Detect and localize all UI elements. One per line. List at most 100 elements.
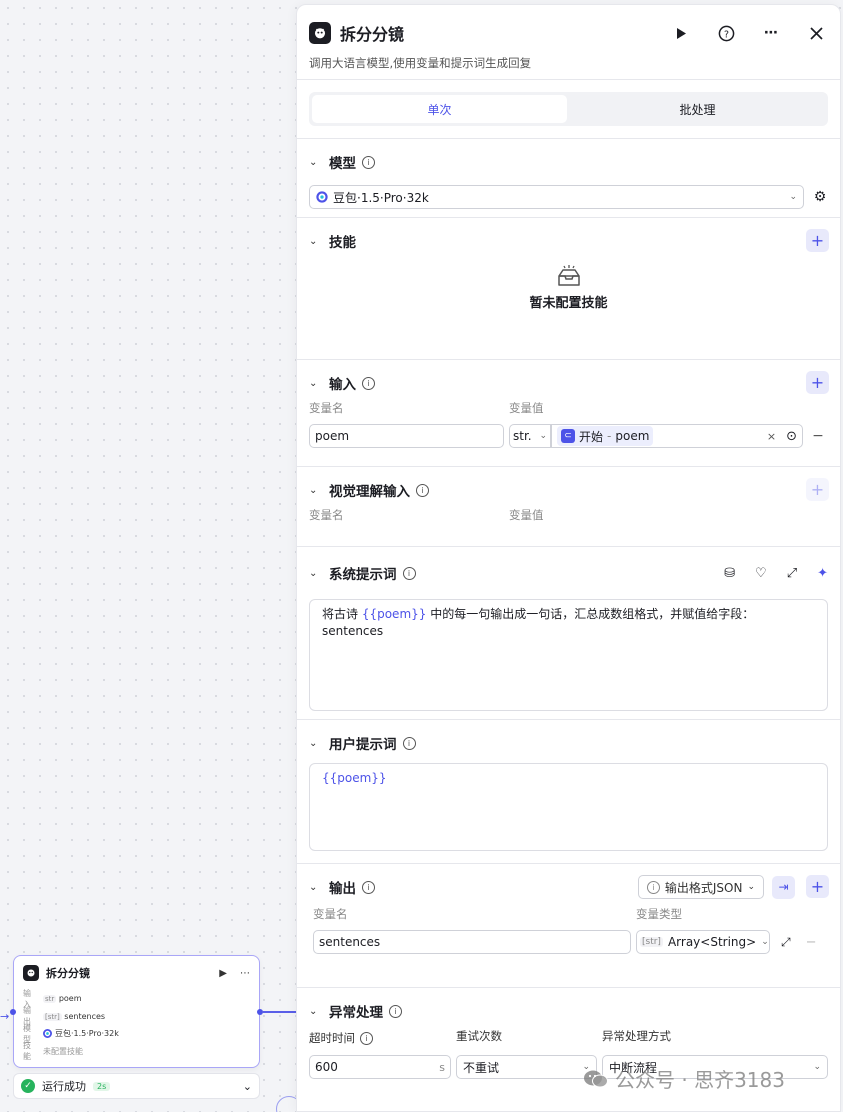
info-icon[interactable]: i <box>360 1031 373 1045</box>
col-header-type: 变量类型 <box>636 907 682 921</box>
collapse-caret-icon[interactable]: ⌄ <box>309 485 323 496</box>
collapse-caret-icon[interactable]: ⌄ <box>309 738 323 749</box>
info-icon[interactable]: i <box>402 736 416 750</box>
tab-single[interactable]: 单次 <box>312 95 567 123</box>
output-section: ⌄ 输出 i i 输出格式JSON ⌄ ⇥ + 变量名 变量类型 sentenc… <box>297 864 840 987</box>
collapse-caret-icon[interactable]: ⌄ <box>309 157 323 168</box>
retry-select[interactable]: 不重试 ⌄ <box>456 1055 597 1079</box>
timeout-input[interactable]: 600 s <box>309 1055 451 1079</box>
node-input-port[interactable] <box>10 1009 16 1015</box>
status-text: 运行成功 <box>42 1080 86 1093</box>
input-row: poem str. ⌄ ⊂ 开始 - poem × ⊙ − <box>309 424 828 448</box>
workflow-node-card[interactable]: 拆分分镜 ▶ ⋯ 输入 str poem 输出 [str] sentences … <box>10 955 263 1068</box>
run-icon[interactable] <box>669 21 693 45</box>
section-title: 用户提示词 <box>329 737 397 753</box>
panel-description: 调用大语言模型,使用变量和提示词生成回复 <box>309 56 532 70</box>
more-icon[interactable]: ⋯ <box>759 21 783 45</box>
chevron-down-icon: ⌄ <box>813 1062 821 1072</box>
output-type-value: Array<String> <box>667 935 757 949</box>
skills-empty-text: 暂未配置技能 <box>529 296 608 311</box>
node-row-key: 技能 <box>23 1041 31 1062</box>
variable-reference-tag[interactable]: ⊂ 开始 - poem <box>557 426 654 446</box>
collapse-caret-icon[interactable]: ⌄ <box>309 568 323 579</box>
incoming-edge-arrow: → <box>0 1010 10 1023</box>
settings-gear-icon[interactable]: ⚙ <box>812 189 828 205</box>
input-type-value: str. <box>513 429 532 443</box>
retry-value: 不重试 <box>463 1060 500 1075</box>
collapse-caret-icon[interactable]: ⌄ <box>309 378 323 389</box>
user-prompt-editor[interactable]: {{poem}} <box>309 763 828 851</box>
collapse-caret-icon[interactable]: ⌄ <box>309 236 323 247</box>
chevron-down-icon: ⌄ <box>747 882 755 892</box>
info-icon[interactable]: i <box>416 483 429 497</box>
clear-icon[interactable]: × <box>767 430 776 443</box>
section-title: 视觉理解输入 <box>329 484 410 500</box>
add-skill-button[interactable]: + <box>806 229 829 252</box>
timeout-label: 超时时间 i <box>309 1028 456 1048</box>
input-type-select[interactable]: str. ⌄ <box>509 424 551 448</box>
input-name-field[interactable]: poem <box>309 424 504 448</box>
input-section: ⌄ 输入 i + 变量名 变量值 poem str. ⌄ ⊂ 开始 - poem <box>297 360 840 466</box>
prompt-variable: {{poem}} <box>361 607 427 621</box>
tab-batch[interactable]: 批处理 <box>570 95 825 123</box>
timeout-label-text: 超时时间 <box>309 1031 355 1045</box>
help-icon[interactable]: ? <box>714 21 738 45</box>
output-name-field[interactable]: sentences <box>313 930 631 954</box>
model-select[interactable]: 豆包·1.5·Pro·32k ⌄ <box>309 185 804 209</box>
ai-optimize-icon[interactable]: ✦ <box>817 566 828 581</box>
add-input-button[interactable]: + <box>806 371 829 394</box>
col-header-name: 变量名 <box>313 907 348 921</box>
run-status-bar[interactable]: ✓ 运行成功 2s ⌄ <box>13 1073 260 1099</box>
node-run-icon[interactable]: ▶ <box>219 968 227 979</box>
input-name-value: poem <box>315 429 350 443</box>
expand-icon[interactable]: ⤢ <box>781 935 791 950</box>
node-row-value: sentences <box>64 1011 106 1021</box>
timeout-value: 600 <box>315 1060 338 1074</box>
skills-section: ⌄ 技能 + 暂未配置技能 <box>297 218 840 359</box>
target-icon[interactable]: ⊙ <box>786 429 797 444</box>
info-icon[interactable]: i <box>402 566 416 580</box>
node-row-model: 模型 豆包·1.5·Pro·32k <box>14 1024 259 1044</box>
node-row-skills: 技能 未配置技能 <box>14 1041 259 1062</box>
exception-method-select[interactable]: 中断流程 ⌄ <box>602 1055 828 1079</box>
node-title: 拆分分镜 <box>46 967 90 980</box>
col-header-name: 变量名 <box>309 508 344 522</box>
info-icon[interactable]: i <box>389 1004 402 1018</box>
section-title: 输出 <box>329 881 356 897</box>
empty-box-icon <box>557 265 580 286</box>
import-output-button[interactable]: ⇥ <box>772 875 795 899</box>
close-icon[interactable] <box>804 21 828 45</box>
llm-node-icon <box>23 965 39 981</box>
add-output-button[interactable]: + <box>806 875 829 898</box>
node-row-value: 豆包·1.5·Pro·32k <box>55 1029 119 1039</box>
prompt-library-icon[interactable]: ⛁ <box>724 566 735 581</box>
collapse-caret-icon[interactable]: ⌄ <box>309 1006 323 1017</box>
add-vision-input-button[interactable]: + <box>806 478 829 501</box>
chevron-down-icon: ⌄ <box>761 937 769 947</box>
info-icon[interactable]: i <box>362 155 375 169</box>
section-title: 输入 <box>329 377 356 393</box>
output-type-select[interactable]: [str] Array<String> ⌄ <box>636 930 770 954</box>
remove-row-icon[interactable]: − <box>806 935 817 950</box>
node-row-input: 输入 str poem <box>14 989 259 1009</box>
timeout-unit: s <box>439 1060 445 1074</box>
panel-title: 拆分分镜 <box>340 25 405 44</box>
node-config-panel: 拆分分镜 ? ⋯ 调用大语言模型,使用变量和提示词生成回复 单次 批处理 ⌄ 模… <box>296 4 841 1112</box>
output-row: sentences [str] Array<String> ⌄ ⤢ − <box>309 930 828 954</box>
output-name-value: sentences <box>319 935 381 949</box>
expand-icon[interactable]: ⤢ <box>787 566 797 581</box>
info-icon[interactable]: i <box>362 880 375 894</box>
system-prompt-section: ⌄ 系统提示词 i ⛁ ♡ ⤢ ✦ 将古诗 {{poem}} 中的每一句输出成一… <box>297 547 840 719</box>
lightbulb-icon[interactable]: ♡ <box>755 566 767 581</box>
variable-reference-field[interactable]: ⊂ 开始 - poem × ⊙ <box>551 424 803 448</box>
remove-row-icon[interactable]: − <box>808 428 828 444</box>
chevron-down-icon[interactable]: ⌄ <box>243 1080 252 1093</box>
section-title: 模型 <box>329 156 356 172</box>
system-prompt-editor[interactable]: 将古诗 {{poem}} 中的每一句输出成一句话，汇总成数组格式，并赋值给字段：… <box>309 599 828 711</box>
info-icon[interactable]: i <box>362 376 375 390</box>
output-format-select[interactable]: i 输出格式JSON ⌄ <box>637 875 764 899</box>
col-header-name: 变量名 <box>309 401 344 415</box>
outgoing-edge <box>262 1011 296 1013</box>
collapse-caret-icon[interactable]: ⌄ <box>309 882 323 893</box>
node-more-icon[interactable]: ⋯ <box>240 968 250 979</box>
